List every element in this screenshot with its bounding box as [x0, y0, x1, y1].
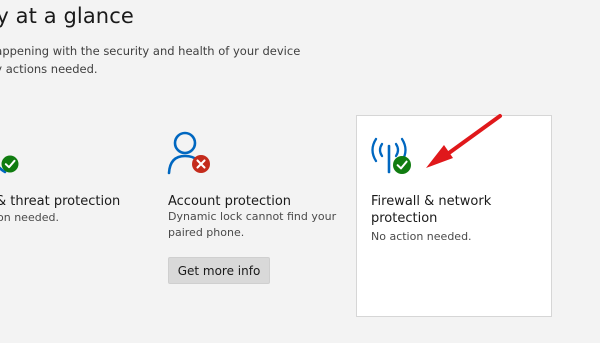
tile-title: Account protection	[168, 194, 292, 209]
tile-status: No action needed.	[371, 230, 472, 243]
firewall-network-icon	[371, 137, 411, 174]
tile-title: & threat protection	[0, 194, 121, 209]
tile-title-line-2: protection	[371, 211, 438, 226]
tile-status: on needed.	[0, 211, 59, 224]
account-warning-icon	[167, 131, 210, 175]
get-more-info-button[interactable]: Get more info	[168, 257, 270, 284]
security-at-a-glance-page: ty at a glance happening with the securi…	[0, 0, 600, 343]
tile-status-line-2: paired phone.	[168, 226, 245, 239]
tile-title-line-1: Firewall & network	[371, 194, 492, 209]
tile-account-protection[interactable]: Account protection Dynamic lock cannot f…	[152, 115, 344, 315]
shield-check-icon	[0, 155, 19, 174]
tile-status-line-1: Dynamic lock cannot find your	[168, 210, 337, 223]
page-subtitle-line-1: happening with the security and health o…	[0, 44, 301, 58]
tile-virus-threat-protection[interactable]: & threat protection on needed.	[0, 115, 130, 315]
page-title: ty at a glance	[0, 4, 134, 28]
page-subtitle-line-2: ny actions needed.	[0, 62, 98, 76]
annotation-arrow-icon	[426, 114, 502, 168]
